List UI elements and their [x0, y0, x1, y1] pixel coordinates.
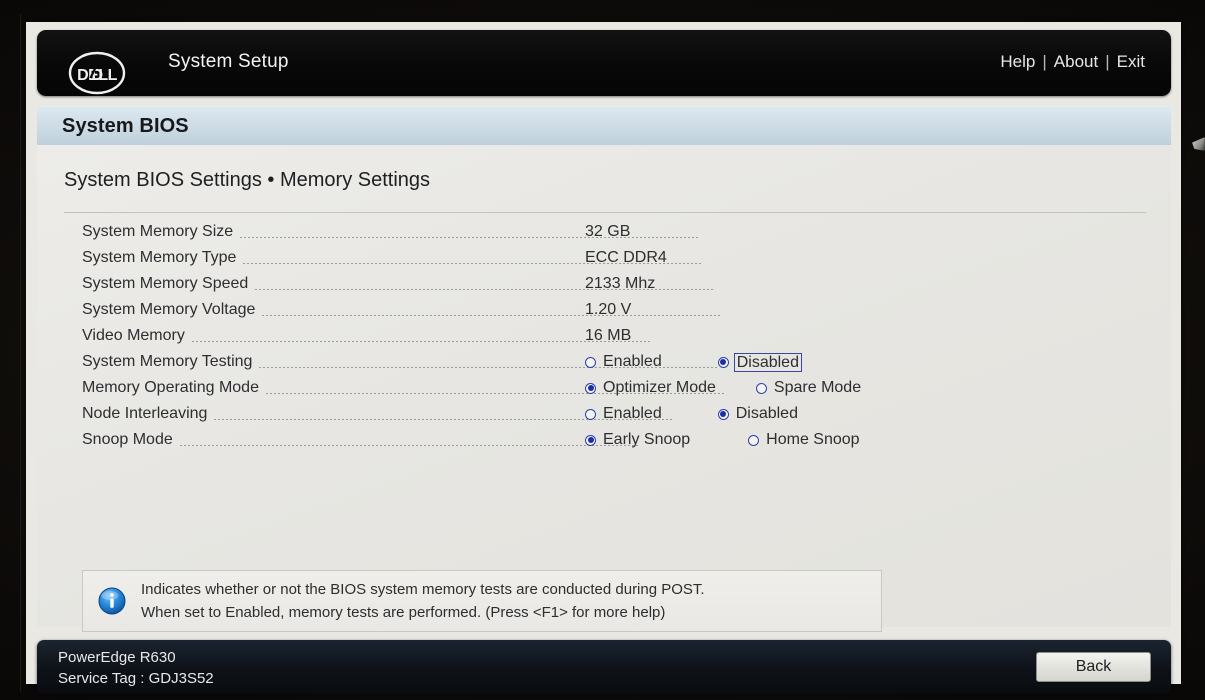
radio-group: Enabled Disabled: [585, 352, 802, 372]
svg-text:DELL: DELL: [77, 67, 118, 84]
radio-option[interactable]: Spare Mode: [755, 379, 862, 397]
radio-option[interactable]: Enabled: [585, 405, 662, 423]
setting-value-area: Early Snoop Home Snoop: [585, 427, 860, 453]
help-line-2: When set to Enabled, memory tests are pe…: [141, 604, 666, 621]
setting-label: Video Memory: [82, 327, 185, 344]
exit-link[interactable]: Exit: [1117, 52, 1145, 72]
setting-value: 16 MB: [585, 327, 632, 344]
setting-row: System Memory Type ECC DDR4: [82, 245, 1142, 271]
setting-row: Video Memory 16 MB: [82, 323, 1142, 349]
help-link[interactable]: Help: [1000, 52, 1035, 72]
screen-glare: [1192, 137, 1205, 151]
radio-option-label: Disabled: [735, 405, 798, 422]
setting-value-area: Optimizer Mode Spare Mode: [585, 375, 861, 401]
radio-option[interactable]: Disabled: [717, 405, 798, 423]
app-header: D DELL System Setup Help | About | Exit: [37, 30, 1171, 96]
help-line-1: Indicates whether or not the BIOS system…: [141, 581, 705, 598]
setting-value-area: Enabled Disabled: [585, 401, 798, 427]
setting-value: 1.20 V: [585, 301, 632, 318]
setting-label: System Memory Testing: [82, 353, 253, 370]
radio-group: Enabled Disabled: [585, 405, 798, 423]
radio-option-label: Early Snoop: [603, 431, 691, 448]
setting-row: System Memory Size 32 GB: [82, 219, 1142, 245]
setting-value-area: 2133 Mhz: [585, 271, 655, 297]
radio-option-label: Disabled: [733, 352, 802, 372]
settings-panel: System BIOS Settings • Memory Settings S…: [37, 145, 1171, 627]
radio-unselected-icon[interactable]: [585, 408, 596, 420]
radio-option-label: Home Snoop: [766, 431, 860, 448]
radio-selected-icon[interactable]: [585, 382, 596, 394]
back-button[interactable]: Back: [1036, 652, 1151, 682]
setting-row: System Memory Speed 2133 Mhz: [82, 271, 1142, 297]
system-info: PowerEdge R630 Service Tag : GDJ3S52: [58, 647, 214, 689]
setting-value-area: Enabled Disabled: [585, 349, 802, 375]
system-bios-band: System BIOS: [37, 106, 1171, 145]
radio-option[interactable]: Disabled: [717, 352, 802, 372]
help-text: Indicates whether or not the BIOS system…: [141, 578, 705, 624]
help-box: Indicates whether or not the BIOS system…: [82, 570, 882, 632]
breadcrumb: System BIOS Settings • Memory Settings: [64, 169, 431, 191]
link-separator-2: |: [1105, 52, 1110, 71]
service-tag: Service Tag : GDJ3S52: [58, 670, 214, 687]
info-icon: [97, 586, 127, 616]
setting-value-area: 1.20 V: [585, 297, 631, 323]
app-title: System Setup: [168, 51, 289, 72]
dotted-leader: [178, 444, 639, 446]
setting-label: System Memory Size: [82, 223, 234, 240]
setting-value-area: 16 MB: [585, 323, 631, 349]
footer-bar: PowerEdge R630 Service Tag : GDJ3S52 Bac…: [37, 640, 1171, 694]
setting-label: System Memory Voltage: [82, 301, 256, 318]
radio-option-label: Optimizer Mode: [603, 379, 716, 396]
setting-label: System Memory Speed: [82, 275, 249, 292]
setting-label: Snoop Mode: [82, 431, 173, 448]
link-separator-1: |: [1042, 52, 1047, 71]
radio-option[interactable]: Home Snoop: [748, 431, 860, 449]
header-links: Help | About | Exit: [1000, 52, 1145, 72]
setting-row: System Memory Voltage 1.20 V: [82, 297, 1142, 323]
setting-label: Memory Operating Mode: [82, 379, 259, 396]
radio-selected-icon[interactable]: [717, 356, 729, 368]
radio-unselected-icon[interactable]: [585, 356, 596, 368]
radio-option-label: Spare Mode: [773, 379, 862, 396]
radio-selected-icon[interactable]: [717, 408, 729, 420]
setting-value-area: 32 GB: [585, 219, 630, 245]
breadcrumb-divider: [64, 212, 1146, 213]
setting-row[interactable]: Node Interleaving Enabled Disabled: [82, 401, 1142, 427]
setting-value-area: ECC DDR4: [585, 245, 667, 271]
radio-unselected-icon[interactable]: [755, 382, 767, 394]
setting-value: ECC DDR4: [585, 249, 667, 266]
setting-row[interactable]: Memory Operating Mode Optimizer Mode Spare…: [82, 375, 1142, 401]
dotted-leader: [190, 340, 651, 342]
radio-group: Optimizer Mode Spare Mode: [585, 379, 861, 397]
radio-option-label: Enabled: [603, 353, 662, 370]
radio-option-label: Enabled: [603, 405, 662, 422]
dell-logo-icon: D DELL: [67, 48, 127, 98]
system-bios-title: System BIOS: [62, 114, 189, 137]
radio-group: Early Snoop Home Snoop: [585, 431, 860, 449]
radio-option[interactable]: Optimizer Mode: [585, 379, 716, 397]
bios-screen: D DELL System Setup Help | About | Exit …: [26, 22, 1181, 694]
setting-value: 2133 Mhz: [585, 275, 656, 292]
setting-row[interactable]: Snoop Mode Early Snoop Home Snoop: [82, 427, 1142, 453]
radio-option[interactable]: Early Snoop: [585, 431, 690, 449]
radio-unselected-icon[interactable]: [748, 434, 760, 446]
about-link[interactable]: About: [1054, 52, 1098, 72]
radio-selected-icon[interactable]: [585, 434, 596, 446]
dotted-leader: [261, 314, 722, 316]
settings-list: System Memory Size 32 GB System Memory Typ…: [82, 219, 1142, 453]
radio-option[interactable]: Enabled: [585, 353, 662, 371]
setting-row[interactable]: System Memory Testing Enabled Disabled: [82, 349, 1142, 375]
setting-label: Node Interleaving: [82, 405, 208, 422]
setting-value: 32 GB: [585, 223, 631, 240]
system-model: PowerEdge R630: [58, 649, 176, 666]
setting-label: System Memory Type: [82, 249, 237, 266]
